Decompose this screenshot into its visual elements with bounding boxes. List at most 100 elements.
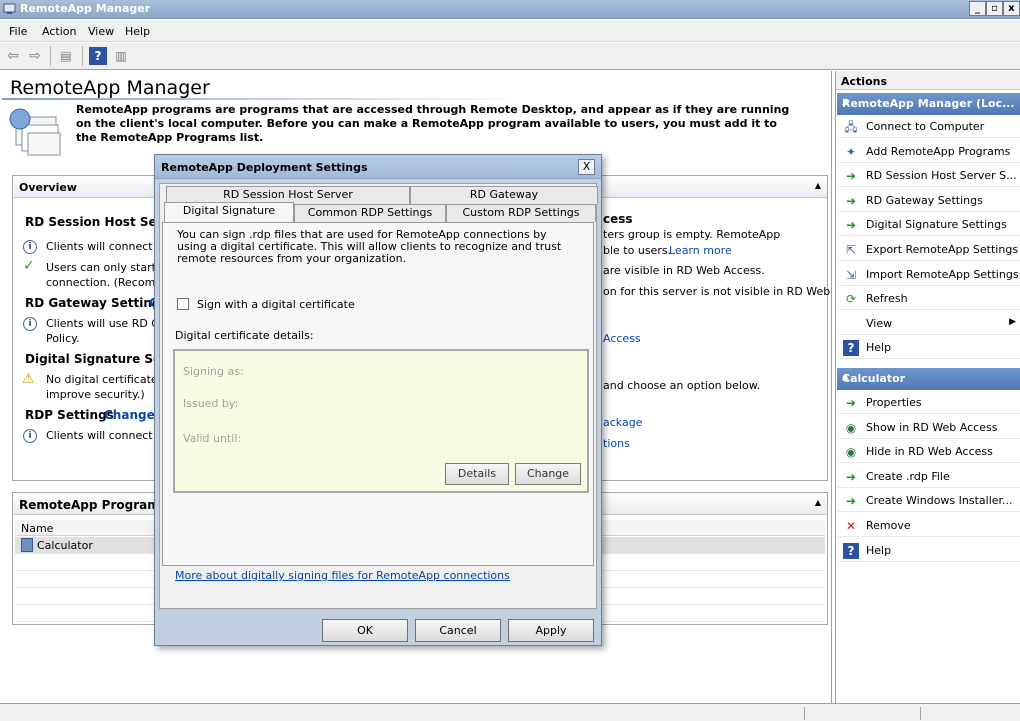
sign-certificate-label[interactable]: Sign with a digital certificate bbox=[197, 298, 355, 311]
right-line5: and choose an option below. bbox=[603, 379, 761, 392]
package-link[interactable]: ackage bbox=[603, 416, 642, 429]
dialog-close-button[interactable]: X bbox=[578, 159, 595, 175]
rdsh-line3: connection. (Recom bbox=[46, 276, 156, 289]
collapse-up-icon[interactable]: ▲ bbox=[842, 372, 1016, 382]
rd-web-access-link[interactable]: Access bbox=[603, 332, 641, 345]
warning-icon: ⚠ bbox=[22, 371, 35, 387]
remoteapp-large-icon bbox=[9, 108, 61, 156]
deployment-settings-dialog: RemoteApp Deployment Settings X RD Sessi… bbox=[154, 154, 602, 646]
rdp-line1: Clients will connect v bbox=[46, 429, 163, 442]
action-label: Create .rdp File bbox=[866, 469, 950, 483]
action-export-remoteapp-settings[interactable]: ⇱ Export RemoteApp Settings bbox=[837, 239, 1020, 261]
green-arrow-icon: ➜ bbox=[845, 396, 857, 410]
action-label: Remove bbox=[866, 519, 911, 532]
remoteapp-icon bbox=[3, 3, 16, 14]
ok-button[interactable]: OK bbox=[322, 619, 408, 642]
action-label: Add RemoteApp Programs bbox=[866, 144, 1011, 158]
export-icon: ⇱ bbox=[845, 243, 857, 257]
dialog-body: RD Session Host Server RD Gateway Digita… bbox=[159, 183, 598, 609]
collapse-up-icon[interactable]: ▲ bbox=[815, 498, 821, 507]
action-view[interactable]: View ▶ bbox=[837, 313, 1020, 335]
tab-digital-signature[interactable]: Digital Signature bbox=[164, 202, 294, 222]
dialog-title: RemoteApp Deployment Settings bbox=[161, 161, 368, 174]
console-tree-icon[interactable]: ▤ bbox=[57, 47, 75, 65]
digsig-line1: No digital certificate bbox=[46, 373, 158, 386]
toolbar-separator bbox=[82, 46, 83, 66]
action-digital-signature-settings[interactable]: ➜ Digital Signature Settings bbox=[837, 214, 1020, 237]
action-label: Help bbox=[866, 543, 892, 557]
action-label: Export RemoteApp Settings bbox=[866, 243, 1019, 256]
rdp-change-link[interactable]: Change bbox=[104, 408, 155, 422]
action-connect-to-computer[interactable]: 🖧 Connect to Computer bbox=[837, 116, 1020, 138]
action-refresh[interactable]: ⟳ Refresh bbox=[837, 288, 1020, 311]
action-remove[interactable]: ✕ Remove bbox=[837, 515, 1020, 537]
actions-pane: Actions RemoteApp Manager (Loc... ▲ 🖧 Con… bbox=[835, 71, 1020, 703]
forward-icon[interactable]: ⇨ bbox=[26, 47, 44, 65]
action-rd-session-host-server-s[interactable]: ➜ RD Session Host Server S... bbox=[837, 165, 1020, 188]
digital-signature-panel: You can sign .rdp files that are used fo… bbox=[162, 222, 594, 582]
overview-title: Overview bbox=[19, 181, 77, 194]
globe-icon: ◉ bbox=[845, 445, 857, 460]
rdsh-line2: Users can only start l bbox=[46, 261, 163, 274]
action-label: Create Windows Installer... bbox=[866, 494, 1013, 508]
apply-button[interactable]: Apply bbox=[508, 619, 594, 642]
refresh-icon: ⟳ bbox=[845, 292, 857, 307]
valid-until-label: Valid until: bbox=[183, 432, 242, 445]
action-label: Connect to Computer bbox=[866, 120, 985, 133]
action-create-rdp-file[interactable]: ➜ Create .rdp File bbox=[837, 466, 1020, 488]
action-help[interactable]: ? Help bbox=[837, 337, 1020, 360]
green-arrow-icon: ➜ bbox=[845, 494, 857, 509]
title-underline bbox=[2, 98, 535, 100]
menu-action[interactable]: Action bbox=[42, 25, 76, 38]
actions-section-calculator[interactable]: Calculator ▲ bbox=[837, 368, 1020, 390]
page-description: RemoteApp programs are programs that are… bbox=[76, 103, 790, 144]
cancel-button[interactable]: Cancel bbox=[415, 619, 501, 642]
menu-help[interactable]: Help bbox=[125, 25, 150, 38]
gateway-heading: RD Gateway Settings bbox=[25, 296, 168, 310]
submenu-arrow-icon: ▶ bbox=[1009, 316, 1016, 327]
back-icon[interactable]: ⇦ bbox=[4, 47, 22, 65]
action-hide-in-rd-web-access[interactable]: ◉ Hide in RD Web Access bbox=[837, 441, 1020, 464]
action-rd-gateway-settings[interactable]: ➜ RD Gateway Settings bbox=[837, 190, 1020, 212]
options-link[interactable]: tions bbox=[603, 437, 630, 450]
collapse-up-icon[interactable]: ▲ bbox=[815, 181, 821, 190]
action-help[interactable]: ? Help bbox=[837, 540, 1020, 562]
menu-file[interactable]: File bbox=[9, 25, 27, 38]
menu-view[interactable]: View bbox=[88, 25, 114, 38]
action-label: RD Gateway Settings bbox=[866, 193, 983, 207]
program-name: Calculator bbox=[37, 539, 93, 552]
more-about-signing-link[interactable]: More about digitally signing files for R… bbox=[175, 569, 510, 582]
maximize-button[interactable]: ▫ bbox=[986, 1, 1003, 16]
actions-title: Actions bbox=[841, 75, 887, 88]
right-line2: ble to users. bbox=[603, 244, 672, 257]
action-label: View bbox=[866, 316, 893, 330]
action-import-remoteapp-settings[interactable]: ⇲ Import RemoteApp Settings bbox=[837, 264, 1020, 286]
signature-description: You can sign .rdp files that are used fo… bbox=[177, 228, 562, 265]
sign-certificate-checkbox[interactable] bbox=[177, 298, 189, 310]
action-create-windows-installer[interactable]: ➜ Create Windows Installer... bbox=[837, 490, 1020, 513]
action-properties[interactable]: ➜ Properties bbox=[837, 392, 1020, 414]
action-label: Help bbox=[866, 341, 892, 355]
close-window-button[interactable]: x bbox=[1003, 1, 1020, 16]
change-button[interactable]: Change bbox=[515, 463, 581, 485]
learn-more-link[interactable]: Learn more bbox=[669, 244, 732, 257]
action-add-remoteapp-programs[interactable]: ✦ Add RemoteApp Programs bbox=[837, 141, 1020, 163]
column-name-label: Name bbox=[21, 522, 54, 535]
right-heading: cess bbox=[603, 212, 633, 226]
tab-rd-gateway[interactable]: RD Gateway bbox=[410, 186, 598, 204]
status-bar bbox=[0, 703, 1020, 721]
help-toolbar-icon[interactable]: ? bbox=[89, 47, 107, 65]
info-icon: i bbox=[23, 429, 37, 443]
action-show-in-rd-web-access[interactable]: ◉ Show in RD Web Access bbox=[837, 417, 1020, 439]
minimize-button[interactable]: _ bbox=[969, 1, 986, 16]
green-arrow-icon: ➜ bbox=[845, 218, 857, 233]
collapse-up-icon[interactable]: ▲ bbox=[842, 97, 1016, 107]
tab-common-rdp-settings[interactable]: Common RDP Settings bbox=[294, 204, 446, 222]
actions-section-remoteapp-manager[interactable]: RemoteApp Manager (Loc... ▲ bbox=[837, 93, 1020, 115]
details-button[interactable]: Details bbox=[445, 463, 509, 485]
programs-title: RemoteApp Programs bbox=[19, 498, 167, 512]
tab-custom-rdp-settings[interactable]: Custom RDP Settings bbox=[446, 204, 596, 222]
page-title: RemoteApp Manager bbox=[10, 77, 210, 99]
status-separator bbox=[804, 707, 805, 720]
action-pane-icon[interactable]: ▥ bbox=[112, 47, 130, 65]
